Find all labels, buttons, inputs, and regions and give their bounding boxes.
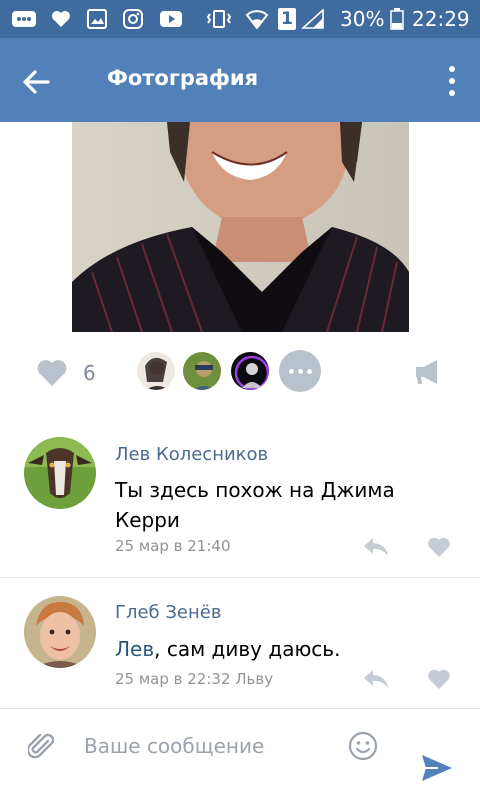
megaphone-icon: [416, 360, 437, 384]
commenter-avatar[interactable]: [24, 596, 96, 668]
chat-notification-icon: [10, 8, 38, 30]
avatar-image: [137, 352, 175, 390]
reply-button[interactable]: [362, 668, 390, 690]
post-photo[interactable]: [72, 122, 409, 332]
mention-link[interactable]: Лев: [115, 637, 154, 661]
comment-item: Глеб Зенёв Лев, сам диву даюсь. 25 мар в…: [0, 592, 480, 708]
likes-bar: 6: [0, 344, 480, 404]
comment-timestamp: 25 мар в 22:32 Льву: [115, 670, 274, 688]
battery-percent: 30%: [340, 7, 385, 31]
comment-text: Ты здесь похож на Джима Керри: [115, 478, 395, 532]
reply-icon: [364, 670, 388, 688]
message-input[interactable]: [84, 731, 324, 761]
wifi-icon: [244, 8, 270, 30]
app-bar: Фотография: [0, 38, 480, 122]
liker-avatar[interactable]: [135, 350, 177, 392]
image-notification-icon: [86, 8, 108, 30]
more-likers-button[interactable]: [279, 350, 321, 392]
smiley-icon: [348, 731, 378, 761]
share-button[interactable]: [413, 358, 443, 386]
dot: [297, 368, 303, 374]
emoji-button[interactable]: [348, 731, 378, 761]
comment-timestamp: 25 мар в 21:40: [115, 537, 231, 555]
avatar-image: [183, 352, 221, 390]
status-bar: 1 30% 22:29: [0, 0, 480, 38]
clock: 22:29: [412, 7, 470, 31]
liker-avatar[interactable]: [229, 350, 271, 392]
more-vertical-icon: [449, 66, 455, 96]
reply-button[interactable]: [362, 536, 390, 558]
comment-like-button[interactable]: [427, 668, 451, 690]
like-button[interactable]: [36, 358, 68, 388]
comment-like-button[interactable]: [427, 536, 451, 558]
youtube-notification-icon: [158, 8, 184, 30]
vibrate-icon: [204, 8, 234, 30]
comment-text: Лев, сам диву даюсь.: [115, 634, 435, 664]
comment-author-link[interactable]: Глеб Зенёв: [115, 602, 221, 623]
goat-avatar-image: [24, 437, 96, 509]
dot: [288, 368, 294, 374]
send-button[interactable]: [420, 753, 454, 783]
dot: [306, 368, 312, 374]
reply-icon: [364, 538, 388, 556]
back-button[interactable]: [16, 62, 56, 102]
heart-icon: [37, 360, 67, 386]
comment-author-link[interactable]: Лев Колесников: [115, 444, 268, 465]
send-icon: [422, 755, 452, 781]
avatar-image: [24, 596, 96, 668]
avatar-image: [231, 352, 269, 390]
divider: [0, 577, 480, 578]
commenter-avatar[interactable]: [24, 437, 96, 509]
message-composer: [0, 708, 480, 800]
likes-count: 6: [83, 361, 96, 385]
battery-icon: [390, 8, 404, 30]
heart-notification-icon: [50, 8, 72, 30]
sim-slot-icon: 1: [278, 8, 296, 30]
sim-slot-label: 1: [281, 9, 293, 29]
heart-icon: [428, 669, 450, 689]
comment-item: Лев Колесников Ты здесь похож на Джима К…: [0, 432, 480, 578]
paperclip-icon: [26, 733, 55, 759]
attach-button[interactable]: [26, 731, 56, 761]
page-title: Фотография: [107, 66, 259, 90]
instagram-notification-icon: [122, 8, 144, 30]
liker-avatar[interactable]: [181, 350, 223, 392]
signal-icon: [300, 8, 326, 30]
heart-icon: [428, 537, 450, 557]
comment-body: , сам диву даюсь.: [154, 637, 341, 661]
more-options-button[interactable]: [442, 64, 462, 98]
portrait-image: [72, 122, 409, 332]
arrow-left-icon: [23, 70, 50, 94]
